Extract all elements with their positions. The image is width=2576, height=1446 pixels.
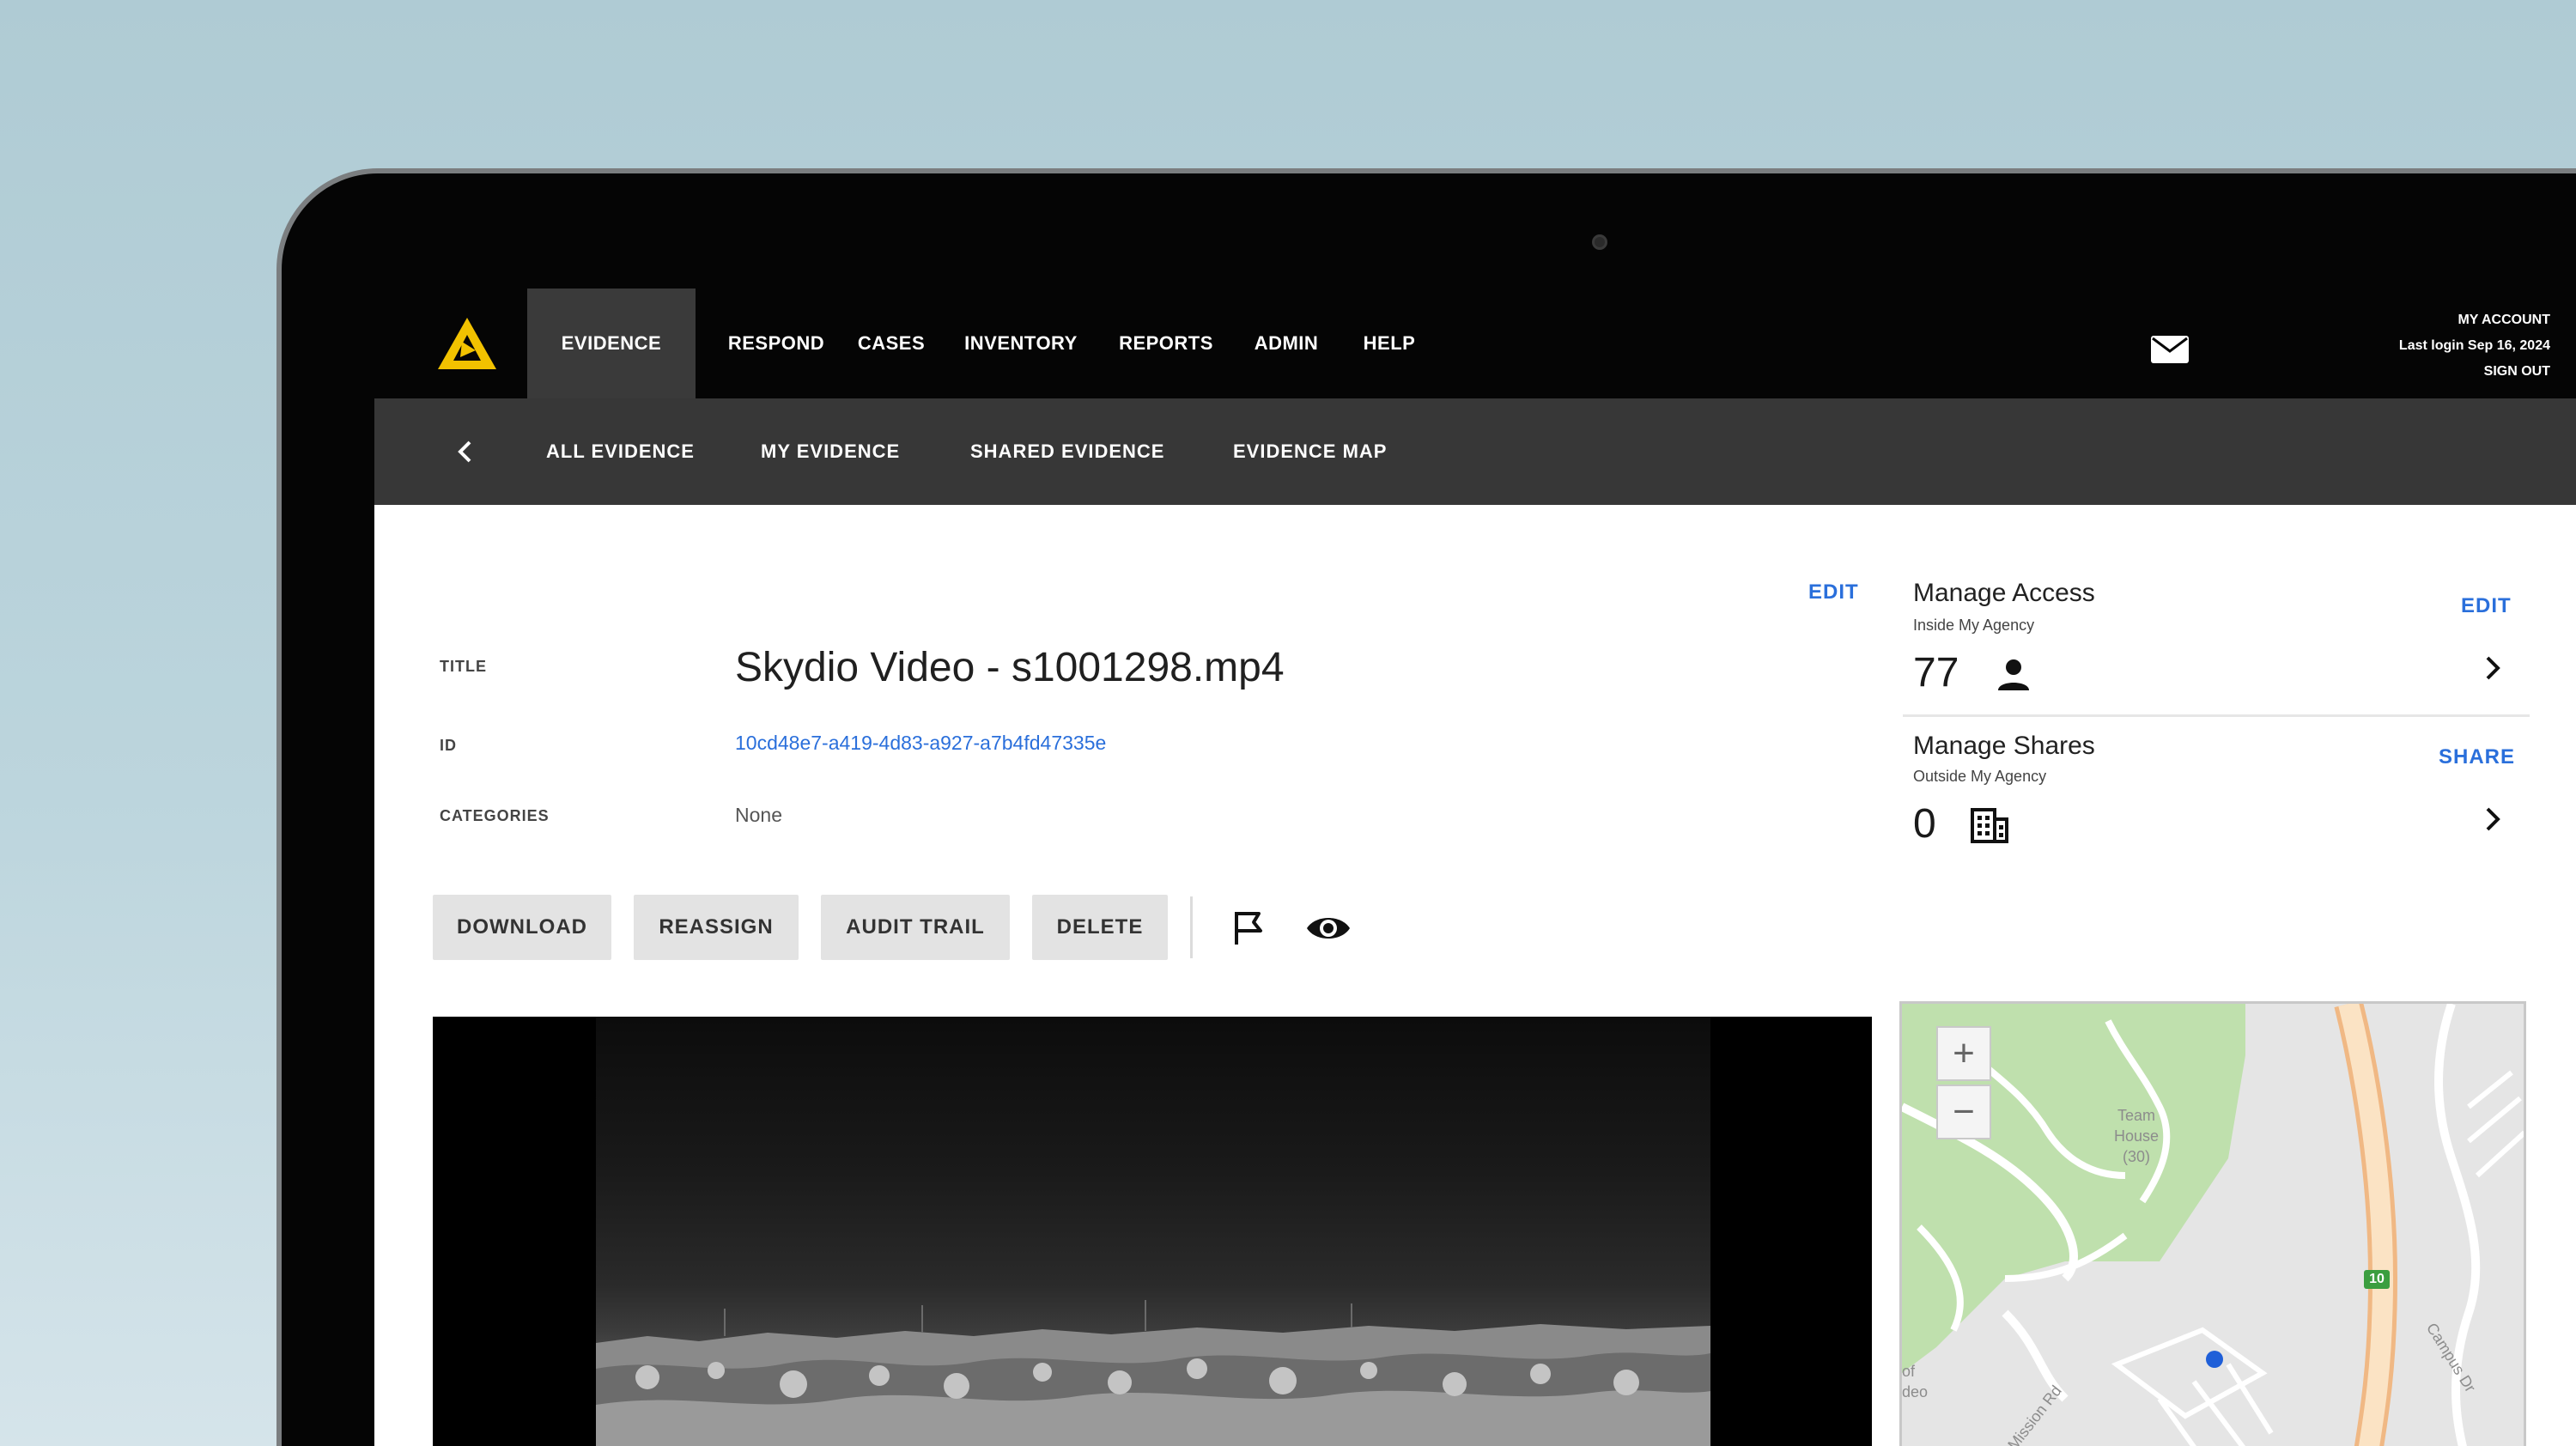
action-divider (1190, 896, 1193, 958)
flag-icon[interactable] (1230, 908, 1267, 946)
nav-tab-inventory[interactable]: INVENTORY (958, 289, 1084, 398)
map-partial-line-2: deo (1902, 1383, 1929, 1400)
my-account-link[interactable]: MY ACCOUNT (2399, 307, 2550, 333)
subnav-shared-evidence[interactable]: SHARED EVIDENCE (970, 398, 1164, 505)
manage-shares-title: Manage Shares (1913, 732, 2095, 760)
video-player[interactable] (433, 1017, 1872, 1446)
delete-button[interactable]: DELETE (1032, 895, 1168, 960)
subnav-all-evidence[interactable]: ALL EVIDENCE (546, 398, 695, 505)
access-edit-link[interactable]: EDIT (2461, 594, 2512, 618)
evidence-id-link[interactable]: 10cd48e7-a419-4d83-a927-a7b4fd47335e (735, 732, 1106, 755)
nav-tab-help[interactable]: HELP (1353, 289, 1425, 398)
nav-tab-admin[interactable]: ADMIN (1242, 289, 1331, 398)
webcam (1592, 234, 1607, 250)
access-chevron-right-icon[interactable] (2480, 653, 2506, 684)
panel-divider (1903, 714, 2530, 717)
shares-count: 0 (1913, 801, 1936, 847)
app-screen: EVIDENCE RESPOND CASES INVENTORY REPORTS… (374, 289, 2576, 1446)
manage-access-title: Manage Access (1913, 579, 2095, 607)
download-button[interactable]: DOWNLOAD (433, 895, 611, 960)
route-badge: 10 (2369, 1272, 2385, 1286)
evidence-title: Skydio Video - s1001298.mp4 (735, 645, 1285, 690)
building-icon (1971, 808, 2008, 843)
background-card: EVIDENCE RESPOND CASES INVENTORY REPORTS… (0, 0, 2576, 1446)
title-label: TITLE (440, 658, 487, 675)
account-block: MY ACCOUNT Last login Sep 16, 2024 SIGN … (2399, 307, 2550, 385)
map-partial-line-1: of (1902, 1363, 1916, 1380)
map-canvas (1902, 1004, 2524, 1446)
manage-shares-subtitle: Outside My Agency (1913, 768, 2047, 785)
person-icon (1998, 659, 2029, 690)
subnav-evidence-map[interactable]: EVIDENCE MAP (1233, 398, 1387, 505)
nav-tab-cases[interactable]: CASES (847, 289, 936, 398)
map-poi-line-3: (30) (2122, 1148, 2150, 1165)
map-partial-label: of deo (1902, 1361, 1945, 1402)
audit-trail-button[interactable]: AUDIT TRAIL (821, 895, 1010, 960)
categories-value: None (735, 804, 782, 826)
chevron-left-icon[interactable] (450, 436, 481, 467)
access-count: 77 (1913, 650, 1959, 696)
nav-tab-evidence[interactable]: EVIDENCE (527, 289, 696, 398)
details-edit-link[interactable]: EDIT (1808, 580, 1859, 605)
top-nav: EVIDENCE RESPOND CASES INVENTORY REPORTS… (374, 289, 2576, 398)
last-login-text: Last login Sep 16, 2024 (2398, 338, 2550, 353)
eye-icon[interactable] (1305, 912, 1352, 945)
share-link[interactable]: SHARE (2439, 745, 2515, 769)
mail-icon[interactable] (2150, 335, 2190, 364)
map-poi-line-1: Team (2117, 1107, 2155, 1124)
nav-tab-respond[interactable]: RESPOND (725, 289, 828, 398)
nav-tab-reports[interactable]: REPORTS (1113, 289, 1219, 398)
evidence-location-map[interactable]: + − Team House (30) of deo 10 Campus Dr … (1899, 1001, 2526, 1446)
categories-label: CATEGORIES (440, 807, 550, 824)
sub-nav: ALL EVIDENCE MY EVIDENCE SHARED EVIDENCE… (374, 398, 2576, 505)
zoom-out-button[interactable]: − (1936, 1084, 1991, 1139)
video-frame (596, 1017, 1710, 1446)
manage-access-subtitle: Inside My Agency (1913, 617, 2035, 634)
map-poi-line-2: House (2113, 1127, 2160, 1145)
logo-icon[interactable] (436, 316, 498, 371)
zoom-in-button[interactable]: + (1936, 1026, 1991, 1081)
shares-chevron-right-icon[interactable] (2480, 804, 2506, 835)
map-poi-label: Team House (30) (2098, 1105, 2175, 1167)
sign-out-link[interactable]: SIGN OUT (2399, 359, 2550, 385)
subnav-my-evidence[interactable]: MY EVIDENCE (761, 398, 900, 505)
id-label: ID (440, 737, 457, 754)
video-landscape (596, 1300, 1710, 1446)
reassign-button[interactable]: REASSIGN (634, 895, 799, 960)
